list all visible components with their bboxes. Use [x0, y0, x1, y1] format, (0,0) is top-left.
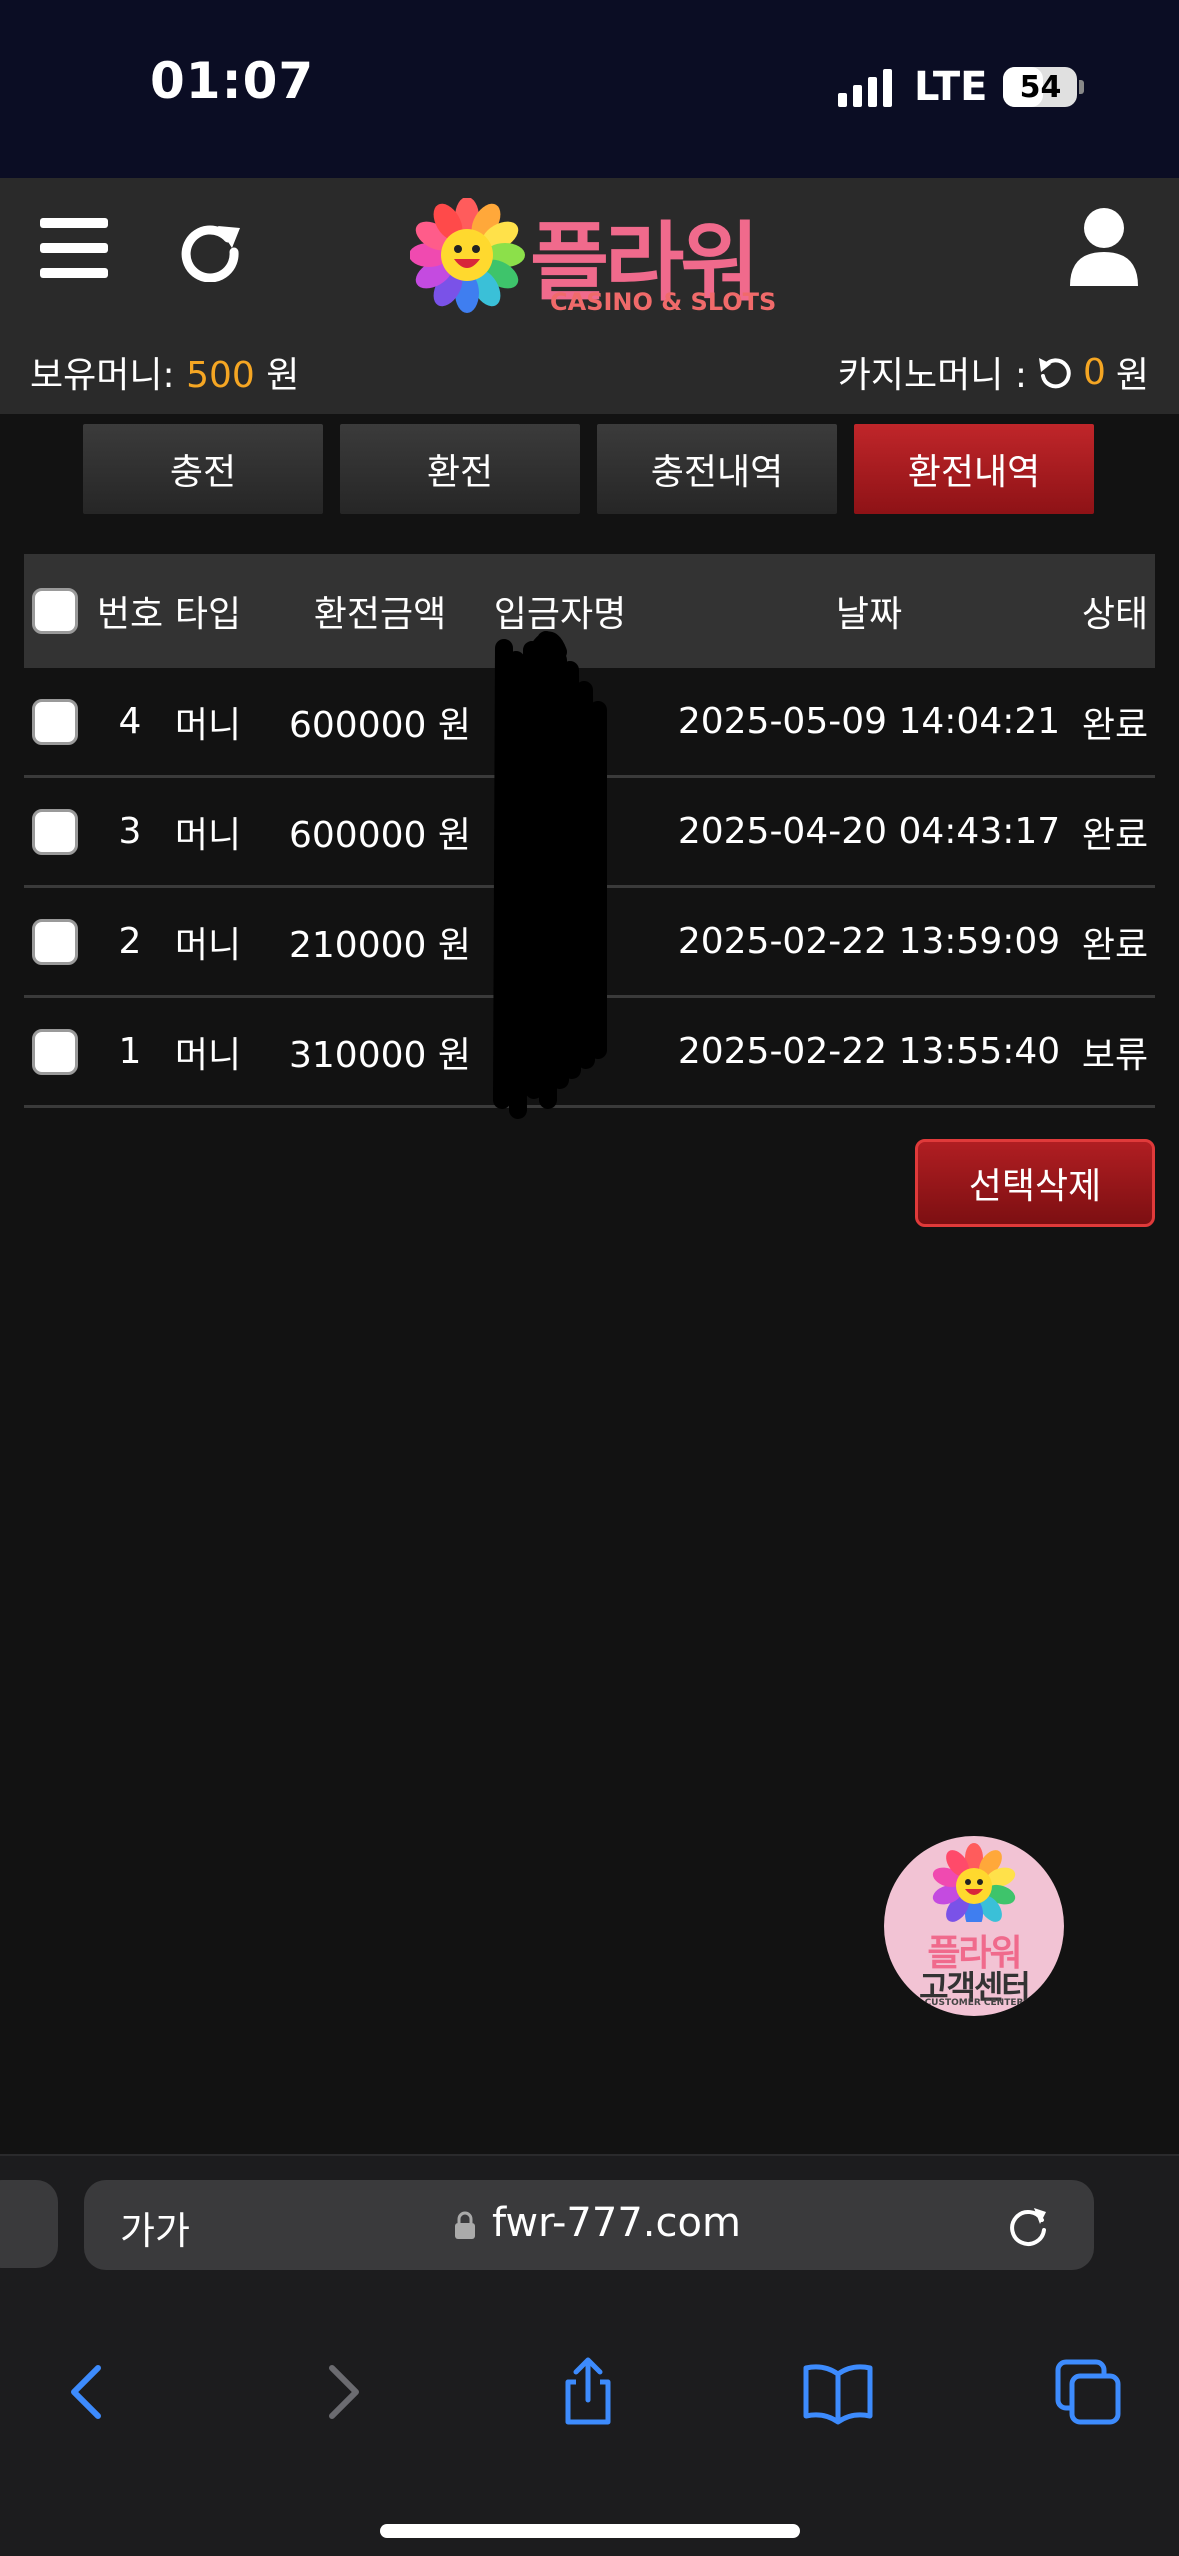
- reload-icon[interactable]: [1004, 2202, 1052, 2250]
- text-size-button[interactable]: 가가: [120, 2200, 190, 2255]
- customer-center-button[interactable]: 플라워 고객센터 CUSTOMER CENTER: [884, 1836, 1064, 2016]
- casino-money-unit: 원: [1115, 355, 1149, 396]
- forward-icon[interactable]: [306, 2356, 378, 2428]
- row-checkbox[interactable]: [32, 998, 78, 1105]
- row-number: 2: [118, 921, 142, 962]
- share-icon[interactable]: [552, 2356, 624, 2428]
- undo-icon[interactable]: [1037, 354, 1073, 390]
- balance-unit: 원: [266, 355, 300, 396]
- tab-deposit-history[interactable]: 충전내역: [597, 424, 837, 514]
- row-type: 머니: [174, 814, 242, 856]
- balance-label: 보유머니:: [30, 355, 175, 396]
- row-status: 완료: [1081, 814, 1149, 856]
- row-number: 4: [118, 701, 142, 742]
- column-header: 번호: [96, 594, 164, 635]
- address-bar[interactable]: 가가 fwr-777.com: [84, 2180, 1094, 2270]
- tabs-icon[interactable]: [1052, 2356, 1124, 2428]
- select-all-checkbox[interactable]: [32, 554, 78, 668]
- flower-logo-icon: [410, 198, 525, 313]
- browser-toolbar: 가가 fwr-777.com: [0, 2154, 1179, 2556]
- tab-deposit[interactable]: 충전: [83, 424, 323, 514]
- column-header: 상태: [1081, 594, 1149, 635]
- previous-tab-preview[interactable]: [0, 2180, 58, 2268]
- redaction-scribble: [493, 631, 607, 1119]
- lock-icon: [455, 2211, 475, 2239]
- row-date: 2025-02-22 13:59:09: [677, 921, 1061, 962]
- row-status: 완료: [1081, 924, 1149, 966]
- column-header: 날짜: [835, 594, 903, 635]
- casino-money-display: 카지노머니 : 0 원: [838, 346, 1149, 398]
- status-time: 01:07: [150, 52, 315, 110]
- casino-money-value: 0: [1082, 351, 1106, 393]
- bookmarks-icon[interactable]: [802, 2356, 874, 2428]
- refresh-icon[interactable]: [178, 218, 242, 282]
- row-date: 2025-04-20 04:43:17: [677, 811, 1061, 852]
- battery-level: 54: [1019, 69, 1062, 105]
- site-header: 플라워 CASINO & SLOTS 보유머니: 500 원 카지노머니 : 0…: [0, 178, 1179, 414]
- flower-mascot-icon: [932, 1843, 1016, 1922]
- support-sublabel: CUSTOMER CENTER: [924, 1998, 1024, 2008]
- row-checkbox[interactable]: [32, 778, 78, 885]
- casino-money-label: 카지노머니 :: [837, 355, 1027, 396]
- delete-selected-button[interactable]: 선택삭제: [915, 1139, 1155, 1227]
- row-type: 머니: [174, 1034, 242, 1076]
- status-indicators: LTE 54: [838, 62, 1085, 112]
- row-number: 1: [118, 1031, 142, 1072]
- status-bar: 01:07 LTE 54: [0, 0, 1179, 178]
- network-label: LTE: [914, 64, 988, 110]
- tab-bar: 충전 환전 충전내역 환전내역: [83, 424, 1094, 514]
- battery-icon: 54: [1003, 67, 1085, 107]
- row-checkbox[interactable]: [32, 888, 78, 995]
- menu-icon[interactable]: [40, 218, 108, 278]
- back-icon[interactable]: [52, 2356, 124, 2428]
- row-number: 3: [118, 811, 142, 852]
- tab-withdraw-history[interactable]: 환전내역: [854, 424, 1094, 514]
- row-date: 2025-02-22 13:55:40: [677, 1031, 1061, 1072]
- site-logo[interactable]: 플라워 CASINO & SLOTS: [410, 198, 780, 318]
- row-type: 머니: [174, 924, 242, 966]
- row-date: 2025-05-09 14:04:21: [677, 701, 1061, 742]
- url-text: fwr-777.com: [492, 2200, 741, 2246]
- column-header: 타입: [174, 594, 242, 635]
- row-type: 머니: [174, 704, 242, 746]
- logo-subtitle: CASINO & SLOTS: [550, 288, 777, 316]
- balance-value: 500: [186, 355, 255, 396]
- row-status: 보류: [1081, 1034, 1149, 1076]
- tab-withdraw[interactable]: 환전: [340, 424, 580, 514]
- balance-display: 보유머니: 500 원: [30, 346, 299, 398]
- signal-icon: [838, 67, 892, 107]
- row-checkbox[interactable]: [32, 668, 78, 775]
- row-status: 완료: [1081, 704, 1149, 746]
- user-icon[interactable]: [1068, 206, 1140, 288]
- home-indicator: [380, 2524, 800, 2538]
